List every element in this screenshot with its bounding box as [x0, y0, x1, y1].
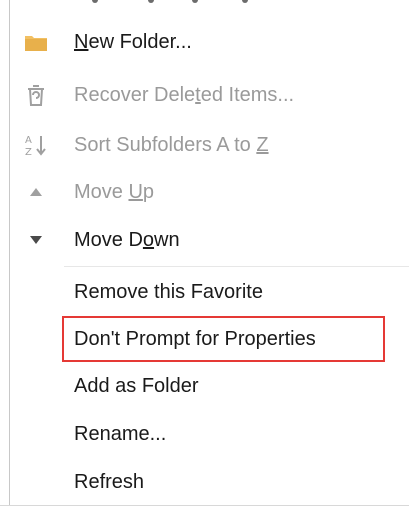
cutoff-glyph [192, 0, 198, 3]
menu-item-label: Remove this Favorite [74, 281, 263, 303]
menu-item-refresh[interactable]: Refresh [10, 458, 409, 506]
menu-item-label: Rename... [74, 423, 167, 445]
menu-item-label: Refresh [74, 471, 145, 493]
menu-item-label: Recover Deleted Items... [74, 84, 295, 106]
menu-item-label: New Folder... [74, 31, 192, 53]
svg-text:A: A [25, 135, 32, 146]
svg-text:Z: Z [25, 147, 32, 157]
triangle-down-icon [24, 228, 48, 252]
menu-item-label: Move Up [74, 181, 155, 203]
cutoff-glyph [148, 0, 154, 3]
highlight-box [62, 316, 385, 362]
menu-item-label: Add as Folder [74, 375, 199, 397]
recover-deleted-icon [24, 83, 48, 107]
menu-item-remove-favorite[interactable]: Remove this Favorite [10, 268, 409, 316]
menu-item-label: Move Down [74, 229, 180, 251]
folder-icon [24, 30, 48, 54]
menu-item-move-up[interactable]: Move Up [10, 168, 409, 216]
cut-off-top-edge [30, 0, 290, 8]
cutoff-glyph [242, 0, 248, 3]
context-menu: New Folder... Recover Deleted Items... A… [0, 0, 409, 506]
cutoff-glyph [92, 0, 98, 3]
menu-item-sort-subfolders[interactable]: A Z Sort Subfolders A to Z [10, 121, 409, 169]
menu-item-add-as-folder[interactable]: Add as Folder [10, 362, 409, 410]
menu-separator [64, 266, 409, 267]
menu-item-move-down[interactable]: Move Down [10, 216, 409, 264]
menu-item-recover-deleted-items[interactable]: Recover Deleted Items... [10, 71, 409, 119]
menu-item-rename[interactable]: Rename... [10, 410, 409, 458]
menu-item-label: Sort Subfolders A to Z [74, 134, 269, 156]
sort-az-icon: A Z [24, 133, 48, 158]
triangle-up-icon [24, 180, 48, 204]
menu-item-new-folder[interactable]: New Folder... [10, 18, 409, 66]
